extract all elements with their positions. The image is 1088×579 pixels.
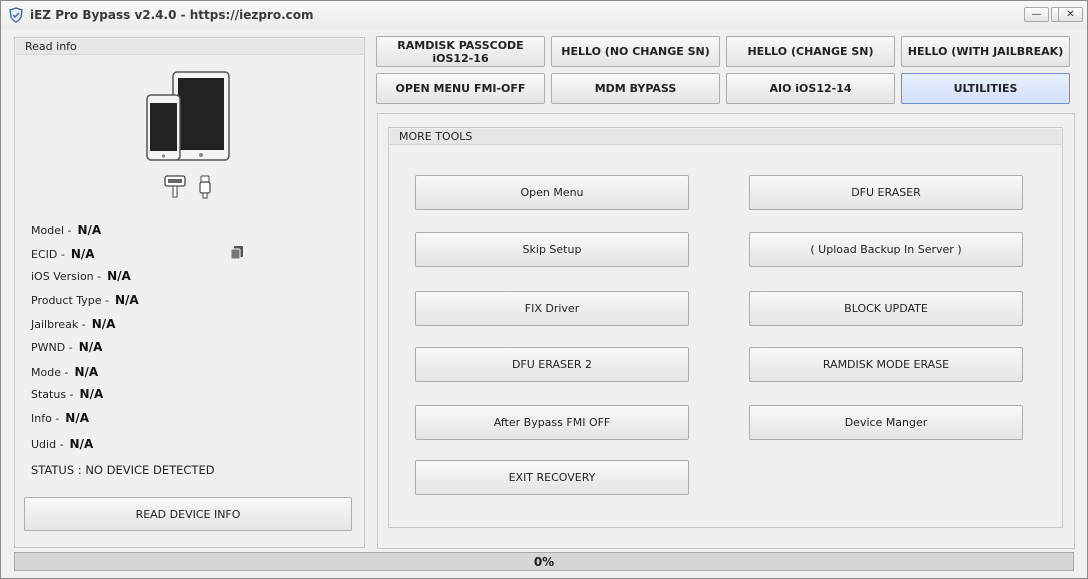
udid-value: N/A <box>69 437 94 451</box>
pwnd-value: N/A <box>78 340 103 354</box>
info-value: N/A <box>65 411 90 425</box>
exit-recovery-button[interactable]: EXIT RECOVERY <box>415 460 689 495</box>
info-row-info: Info - N/A <box>31 411 89 425</box>
jailbreak-value: N/A <box>91 317 116 331</box>
copy-icon[interactable] <box>230 245 244 260</box>
app-window: iEZ Pro Bypass v2.4.0 - https://iezpro.c… <box>0 0 1088 579</box>
info-row-status: Status - N/A <box>31 387 103 401</box>
udid-label: Udid - <box>31 438 64 451</box>
panel-header-read-info: Read info <box>16 39 363 55</box>
info-label: Info - <box>31 412 60 425</box>
tab-hello-with-jailbreak[interactable]: HELLO (WITH JAILBREAK) <box>901 36 1070 67</box>
info-row-jailbreak: Jailbreak - N/A <box>31 317 115 331</box>
tab-ramdisk-passcode[interactable]: RAMDISK PASSCODE iOS12-16 <box>376 36 545 67</box>
mode-value: N/A <box>74 365 99 379</box>
status-label: Status - <box>31 388 74 401</box>
tab-mdm-bypass[interactable]: MDM BYPASS <box>551 73 720 104</box>
info-row-udid: Udid - N/A <box>31 437 93 451</box>
after-bypass-fmi-off-button[interactable]: After Bypass FMI OFF <box>415 405 689 440</box>
upload-backup-button[interactable]: ( Upload Backup In Server ) <box>749 232 1023 267</box>
read-device-info-button[interactable]: READ DEVICE INFO <box>24 497 352 531</box>
info-row-pwnd: PWND - N/A <box>31 340 102 354</box>
close-button[interactable]: ✕ <box>1058 7 1083 22</box>
tab-open-menu-fmi-off[interactable]: OPEN MENU FMI-OFF <box>376 73 545 104</box>
dfu-eraser-2-button[interactable]: DFU ERASER 2 <box>415 347 689 382</box>
minimize-button[interactable]: — <box>1024 7 1049 22</box>
30-pin-cable-icon <box>164 175 186 198</box>
block-update-button[interactable]: BLOCK UPDATE <box>749 291 1023 326</box>
jailbreak-label: Jailbreak - <box>31 318 86 331</box>
iphone-icon <box>146 94 181 161</box>
ios-version-label: iOS Version - <box>31 270 102 283</box>
product-type-label: Product Type - <box>31 294 109 307</box>
tab-hello-no-change-sn[interactable]: HELLO (NO CHANGE SN) <box>551 36 720 67</box>
mode-label: Mode - <box>31 366 69 379</box>
fix-driver-button[interactable]: FIX Driver <box>415 291 689 326</box>
device-manager-button[interactable]: Device Manger <box>749 405 1023 440</box>
dfu-eraser-button[interactable]: DFU ERASER <box>749 175 1023 210</box>
info-row-ecid: ECID - N/A <box>31 247 95 261</box>
product-type-value: N/A <box>115 293 139 307</box>
open-menu-button[interactable]: Open Menu <box>415 175 689 210</box>
progress-text: 0% <box>533 555 555 569</box>
ipad-icon <box>172 71 230 161</box>
pwnd-label: PWND - <box>31 341 73 354</box>
device-status-text: STATUS : NO DEVICE DETECTED <box>31 463 215 477</box>
lightning-cable-icon <box>199 175 211 199</box>
progress-bar: 0% <box>14 552 1074 571</box>
info-row-product-type: Product Type - N/A <box>31 293 139 307</box>
info-row-mode: Mode - N/A <box>31 365 98 379</box>
info-row-model: Model - N/A <box>31 223 101 237</box>
tab-ultilities[interactable]: ULTILITIES <box>901 73 1070 104</box>
ecid-label: ECID - <box>31 248 65 261</box>
tab-hello-change-sn[interactable]: HELLO (CHANGE SN) <box>726 36 895 67</box>
tab-aio-ios12-14[interactable]: AIO iOS12-14 <box>726 73 895 104</box>
device-illustration <box>146 71 230 199</box>
model-label: Model - <box>31 224 72 237</box>
window-title: iEZ Pro Bypass v2.4.0 - https://iezpro.c… <box>30 8 314 22</box>
title-bar: iEZ Pro Bypass v2.4.0 - https://iezpro.c… <box>1 1 1087 29</box>
model-value: N/A <box>77 223 102 237</box>
shield-icon <box>9 7 23 23</box>
skip-setup-button[interactable]: Skip Setup <box>415 232 689 267</box>
ios-version-value: N/A <box>107 269 131 283</box>
status-value: N/A <box>79 387 104 401</box>
ramdisk-mode-erase-button[interactable]: RAMDISK MODE ERASE <box>749 347 1023 382</box>
info-row-ios-version: iOS Version - N/A <box>31 269 131 283</box>
panel-header-more-tools: MORE TOOLS <box>390 129 1061 145</box>
ecid-value: N/A <box>70 247 95 261</box>
